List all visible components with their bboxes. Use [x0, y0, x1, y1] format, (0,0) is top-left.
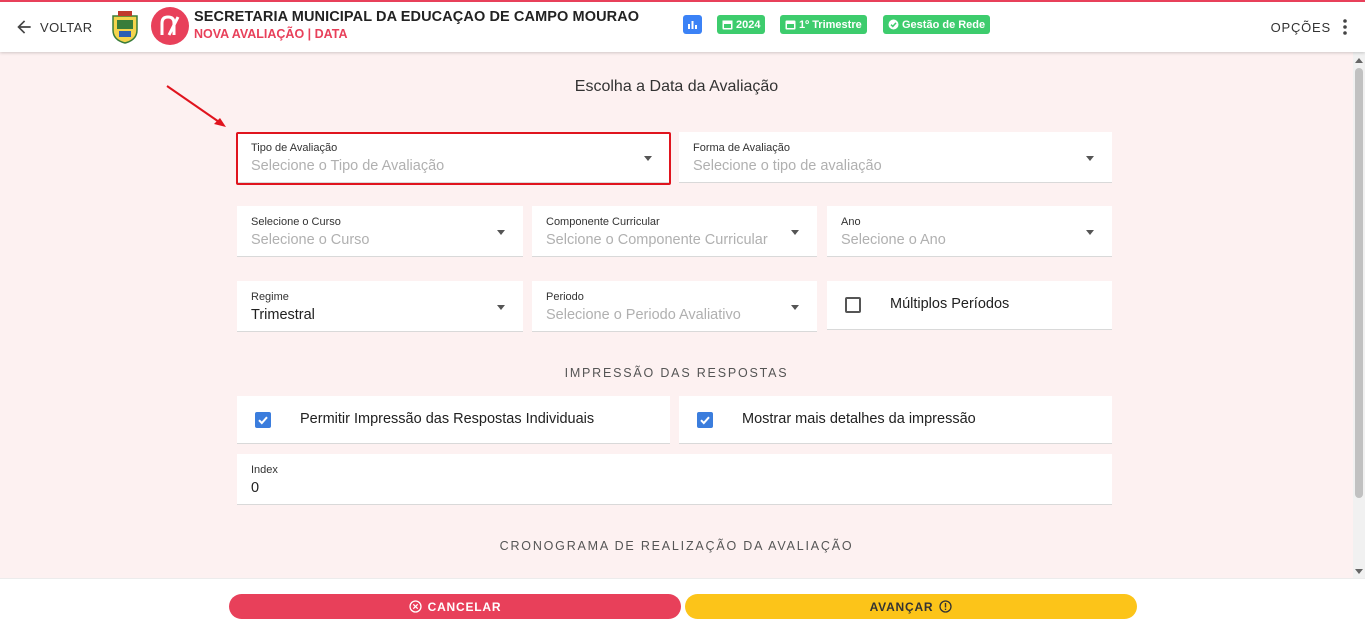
periodo-select[interactable]: Periodo Selecione o Periodo Avaliativo [532, 281, 817, 332]
alert-circle-icon [939, 600, 953, 613]
impressao-detalhes-checkbox[interactable] [697, 411, 713, 428]
check-icon [258, 416, 268, 424]
impressao-section-title: IMPRESSÃO DAS RESPOSTAS [564, 366, 789, 380]
year-chip[interactable]: 2024 [717, 15, 766, 34]
scrollbar-thumb[interactable] [1355, 68, 1363, 498]
calendar-icon [722, 20, 733, 30]
action-footer: CANCELAR AVANÇAR [0, 578, 1365, 630]
check-icon [700, 416, 710, 424]
scroll-up-arrow-icon[interactable] [1355, 58, 1363, 63]
vertical-scrollbar[interactable] [1353, 52, 1365, 578]
dropdown-caret-icon [497, 230, 505, 235]
curso-select[interactable]: Selecione o Curso Selecione o Curso [237, 206, 523, 257]
cronograma-section-title: CRONOGRAMA DE REALIZAÇÃO DA AVALIAÇÃO [499, 539, 854, 553]
page-subtitle: NOVA AVALIAÇÃO | DATA [194, 27, 348, 41]
dropdown-caret-icon [791, 305, 799, 310]
next-button[interactable]: AVANÇAR [685, 594, 1137, 619]
forma-avaliacao-select[interactable]: Forma de Avaliação Selecione o tipo de a… [679, 132, 1112, 183]
cancel-button[interactable]: CANCELAR [229, 594, 681, 619]
more-vertical-icon [1343, 19, 1347, 35]
back-button[interactable]: VOLTAR [14, 17, 92, 37]
network-chip[interactable]: Gestão de Rede [883, 15, 991, 34]
cancel-circle-icon [408, 600, 422, 613]
app-logo-icon [151, 7, 189, 45]
check-circle-icon [888, 19, 899, 30]
dropdown-caret-icon [497, 305, 505, 310]
form-content: Escolha a Data da Avaliação Tipo de Aval… [0, 52, 1353, 578]
options-label: OPÇÕES [1270, 19, 1331, 35]
impressao-individuais-checkbox[interactable] [255, 411, 271, 428]
tipo-avaliacao-select[interactable]: Tipo de Avaliação Selecione o Tipo de Av… [237, 132, 670, 183]
page-title: SECRETARIA MUNICIPAL DA EDUCAÇAO DE CAMP… [194, 9, 640, 25]
annotation-arrow-icon [166, 85, 226, 127]
dropdown-caret-icon [644, 156, 652, 161]
scroll-down-arrow-icon[interactable] [1355, 569, 1363, 574]
impressao-individuais-toggle[interactable]: Permitir Impressão das Respostas Individ… [237, 396, 670, 444]
app-header: VOLTAR SECRETARIA MUNICIPAL DA EDUCAÇAO … [0, 0, 1365, 52]
impressao-detalhes-toggle[interactable]: Mostrar mais detalhes da impressão [679, 396, 1112, 444]
arrow-left-icon [17, 20, 31, 34]
stats-button[interactable] [683, 15, 702, 34]
bar-chart-icon [688, 21, 697, 29]
multiplos-periodos-toggle[interactable]: Múltiplos Períodos [827, 281, 1112, 330]
back-label: VOLTAR [40, 19, 93, 35]
multiplos-periodos-checkbox[interactable] [845, 297, 861, 313]
header-title-block: SECRETARIA MUNICIPAL DA EDUCAÇAO DE CAMP… [194, 9, 639, 41]
dropdown-caret-icon [1086, 156, 1094, 161]
ano-select[interactable]: Ano Selecione o Ano [827, 206, 1112, 257]
regime-select[interactable]: Regime Trimestral [237, 281, 523, 332]
dropdown-caret-icon [791, 230, 799, 235]
trimester-chip[interactable]: 1º Trimestre [780, 15, 867, 34]
componente-curricular-select[interactable]: Componente Curricular Selcione o Compone… [532, 206, 817, 257]
calendar-icon [785, 20, 796, 30]
options-menu-button[interactable]: OPÇÕES [1271, 19, 1347, 35]
index-field[interactable]: Index 0 [237, 454, 1112, 505]
dropdown-caret-icon [1086, 230, 1094, 235]
city-crest-icon [112, 11, 138, 44]
